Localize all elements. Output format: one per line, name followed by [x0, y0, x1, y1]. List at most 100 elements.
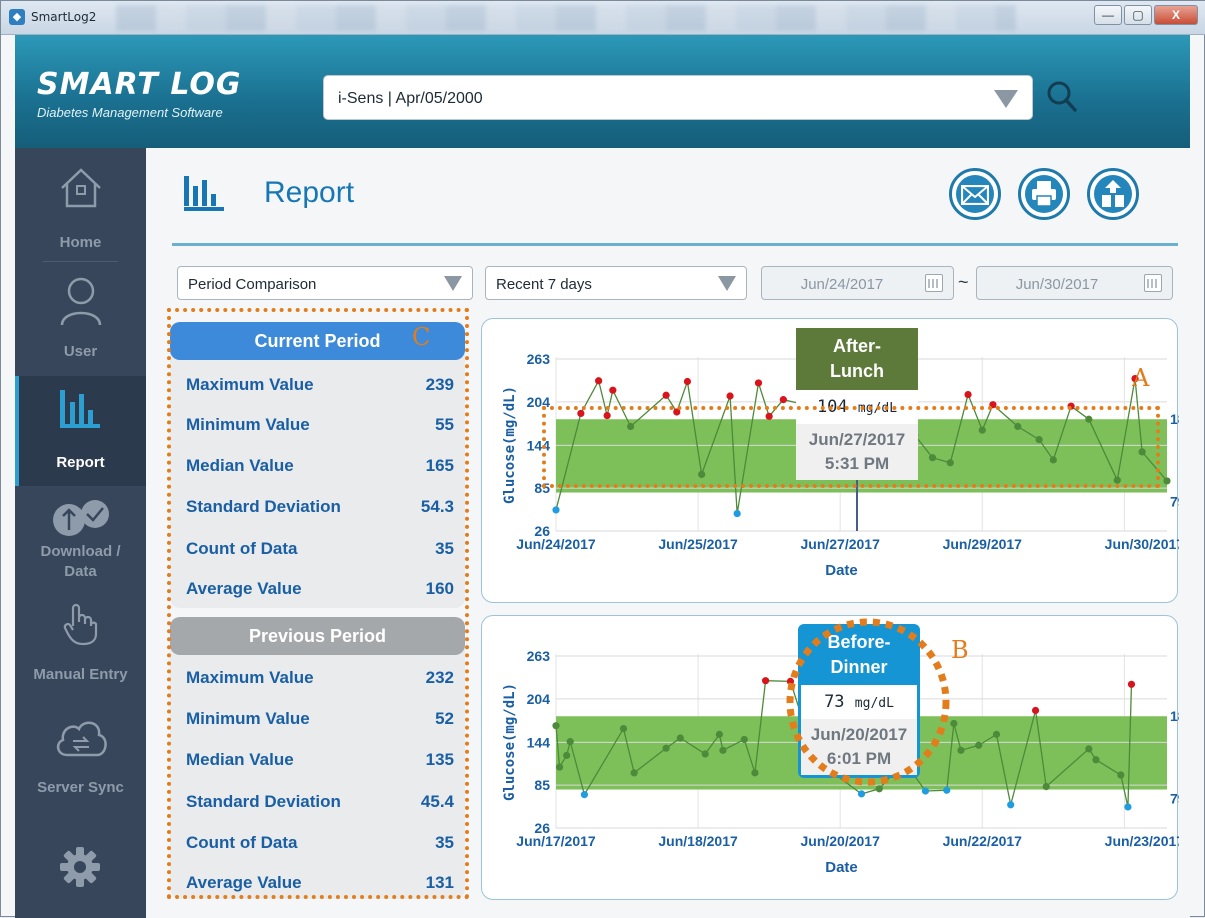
data-point: [715, 730, 724, 738]
data-point: [751, 769, 759, 777]
chevron-down-icon: [718, 276, 736, 291]
calendar-icon[interactable]: [925, 274, 943, 292]
annotation-label-c: C: [412, 323, 431, 351]
annotation-circle-b: [786, 618, 950, 786]
y-axis-label: Glucose(mg/dL): [502, 386, 518, 504]
minimize-button[interactable]: —: [1094, 5, 1122, 25]
divider: [172, 243, 1178, 246]
close-button[interactable]: X: [1154, 5, 1198, 25]
sidebar: Home User Report Download / Data Manual …: [15, 148, 160, 918]
print-button[interactable]: [1018, 168, 1070, 220]
target-low-label: 79: [1170, 494, 1179, 510]
usb-download-icon: [53, 500, 109, 536]
x-tick-label: Jun/25/2017: [658, 536, 738, 552]
data-point: [566, 738, 574, 746]
date-separator: ~: [958, 272, 969, 292]
window-title: SmartLog2: [31, 10, 97, 24]
data-point: [992, 730, 1001, 738]
date-range-dropdown[interactable]: Recent 7 days: [485, 266, 747, 300]
search-icon[interactable]: [1045, 79, 1079, 113]
x-tick-label: Jun/17/2017: [516, 833, 596, 849]
data-point: [733, 509, 741, 518]
x-tick-label: Jun/23/2017: [1105, 833, 1179, 849]
chevron-down-icon: [994, 90, 1018, 108]
hand-pointer-icon: [63, 603, 98, 646]
data-point: [964, 390, 972, 399]
x-tick-label: Jun/22/2017: [943, 833, 1023, 849]
annotation-label-b: B: [951, 636, 969, 664]
logo-subtitle: Diabetes Management Software: [37, 105, 223, 120]
data-point: [662, 391, 670, 399]
data-point: [701, 750, 709, 758]
target-low-label: 79: [1170, 791, 1179, 807]
data-point: [580, 791, 589, 799]
data-point: [619, 724, 628, 733]
data-point: [552, 506, 560, 514]
y-tick-label: 144: [527, 734, 551, 750]
user-select-dropdown[interactable]: i-Sens | Apr/05/2000: [323, 75, 1033, 120]
x-tick-label: Jun/24/2017: [516, 536, 596, 552]
target-high-label: 180: [1170, 708, 1179, 724]
sidebar-item-label: Server Sync: [37, 779, 124, 796]
user-select-value: i-Sens | Apr/05/2000: [338, 90, 483, 107]
sidebar-item-download[interactable]: Download / Data: [15, 488, 146, 596]
sidebar-item-user[interactable]: User: [15, 263, 146, 368]
x-tick-label: Jun/30/2017: [1105, 536, 1179, 552]
data-point: [683, 377, 692, 386]
window-controls: — ▢ X: [1094, 5, 1198, 25]
data-point: [1117, 771, 1125, 779]
report-icon: [184, 176, 224, 211]
data-point: [740, 735, 748, 744]
sidebar-item-manual-entry[interactable]: Manual Entry: [15, 596, 146, 701]
gear-icon[interactable]: [59, 846, 101, 888]
comparison-mode-dropdown[interactable]: Period Comparison: [177, 266, 473, 300]
data-point: [662, 744, 670, 752]
annotation-label-a: A: [1132, 364, 1150, 392]
data-point: [975, 741, 983, 749]
page-title: Report: [264, 176, 355, 209]
data-point: [726, 392, 734, 400]
x-tick-label: Jun/18/2017: [658, 833, 738, 849]
sidebar-item-home[interactable]: Home: [15, 148, 146, 253]
data-point: [1124, 803, 1132, 811]
email-button[interactable]: [949, 168, 1001, 220]
start-date-field[interactable]: Jun/24/2017: [761, 266, 954, 300]
calendar-icon[interactable]: [1144, 274, 1162, 292]
user-icon: [60, 277, 102, 326]
current-period-chart: 263204144852618079Glucose(mg/dL)Jun/24/2…: [481, 318, 1179, 603]
maximize-button[interactable]: ▢: [1124, 5, 1152, 25]
data-point: [630, 769, 638, 777]
end-date-field[interactable]: Jun/30/2017: [976, 266, 1173, 300]
start-date-value: Jun/24/2017: [800, 276, 884, 293]
data-point: [595, 377, 603, 385]
chevron-down-icon: [444, 276, 462, 291]
data-point: [563, 751, 571, 760]
end-date-value: Jun/30/2017: [1015, 276, 1099, 293]
data-point: [552, 722, 560, 730]
divider: [43, 261, 118, 262]
sidebar-item-label: Report: [56, 454, 105, 471]
data-point: [1042, 783, 1050, 791]
annotation-box-c: [167, 308, 469, 899]
x-tick-label: Jun/29/2017: [943, 536, 1023, 552]
data-point: [555, 763, 564, 771]
sidebar-item-server-sync[interactable]: Server Sync: [15, 701, 146, 806]
data-point: [761, 677, 770, 685]
tooltip-meal-label: After- Lunch: [796, 328, 918, 390]
data-point: [1092, 756, 1100, 764]
main-content: Report Period Comparison Recent 7 days J…: [146, 148, 1190, 918]
sidebar-item-label: Manual Entry: [33, 666, 128, 683]
app-icon: ◆: [9, 9, 25, 25]
y-tick-label: 263: [527, 351, 551, 367]
annotation-box-a: [542, 406, 1160, 488]
upload-icon: [1102, 180, 1124, 207]
x-axis-label: Date: [825, 562, 858, 579]
bar-chart-icon: [60, 390, 100, 428]
comparison-mode-value: Period Comparison: [188, 276, 317, 293]
sidebar-item-report[interactable]: Report: [15, 376, 146, 486]
data-point: [1007, 801, 1015, 809]
target-high-label: 180: [1170, 411, 1179, 427]
data-point: [1163, 477, 1171, 485]
sidebar-item-label: Home: [59, 234, 102, 251]
export-button[interactable]: [1087, 168, 1139, 220]
